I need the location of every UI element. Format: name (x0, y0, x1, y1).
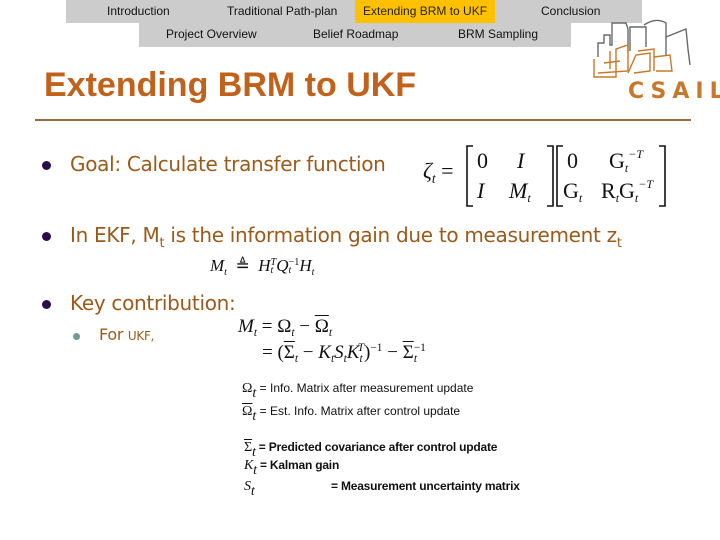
nav-row-secondary: Project Overview Belief Roadmap BRM Samp… (139, 23, 571, 47)
nav-tab-project-overview[interactable]: Project Overview (166, 23, 257, 46)
nav-tab-brm-sampling[interactable]: BRM Sampling (458, 23, 538, 46)
m2-r2c2: RtGt−T (601, 177, 654, 205)
definition-sigma-bar: Σt = Predicted covariance after control … (244, 440, 498, 460)
transfer-matrices: 0 I I Mt 0 Gt−T Gt RtGt−T (466, 145, 666, 207)
m1-r2c1: I (476, 178, 486, 203)
bullet-ekf-part1: In EKF, M (70, 223, 160, 247)
matrix1-left-bracket (466, 145, 473, 207)
definition-measurement-uncertainty-text: = Measurement uncertainty matrix (331, 479, 520, 493)
nav-row-primary: Introduction Traditional Path-plan Exten… (66, 0, 642, 23)
sigma-bar-symbol: Σ (244, 440, 252, 455)
matrix2-right-bracket (659, 145, 666, 207)
matrix1-right-bracket (547, 145, 554, 207)
definition-sigma-bar-text: = Predicted covariance after control upd… (258, 440, 498, 454)
definition-omega-text: = Info. Matrix after measurement update (259, 381, 474, 395)
bullet-marker (42, 161, 51, 170)
m2-r1c2: Gt−T (609, 147, 644, 175)
csail-logo: CSAIL (590, 15, 720, 110)
sub-bullet-ukf: UKF, (127, 329, 155, 343)
m1-r1c2: I (516, 148, 526, 173)
csail-logo-text: CSAIL (628, 79, 720, 104)
bullet-key-contribution-text: Key contribution: (70, 291, 236, 315)
k-symbol: K (244, 458, 254, 473)
s-symbol: S (244, 479, 251, 494)
k-sub: t (253, 462, 257, 478)
slide-title: Extending BRM to UKF (44, 66, 417, 104)
bullet-goal-text: Goal: Calculate transfer function (70, 152, 386, 176)
zeta-subscript: t (431, 170, 436, 186)
omega-sub: t (252, 385, 257, 401)
omega-bar-sub: t (252, 408, 257, 424)
s-sub: t (250, 483, 255, 499)
transfer-function-lhs: ζt = (423, 158, 454, 186)
definition-omega-bar: Ωt = Est. Info. Matrix after control upd… (242, 404, 461, 424)
nav-tab-belief-roadmap[interactable]: Belief Roadmap (313, 23, 398, 46)
omega-bar-symbol: Ω (242, 404, 253, 419)
definition-omega-bar-text: = Est. Info. Matrix after control update (259, 404, 461, 418)
sub-bullet-for: For (99, 325, 128, 344)
definition-omega: Ωt = Info. Matrix after measurement upda… (242, 381, 474, 401)
equals-sign: = (441, 158, 454, 183)
definition-kalman-gain-text: = Kalman gain (259, 458, 340, 472)
definition-kalman-gain: Kt = Kalman gain (244, 458, 340, 478)
m1-r2c2: Mt (508, 178, 531, 205)
sub-bullet-ukf-text: For UKF, (99, 325, 154, 344)
zeta-symbol: ζ (423, 158, 432, 183)
bullet-marker (42, 232, 51, 241)
ukf-equation-line1: Mt = Ωt − Ωt (238, 316, 333, 339)
bullet-ekf-text: In EKF, Mt is the information gain due t… (70, 223, 622, 251)
ekf-equation: Mt ≜ H Tt Q −1 t Ht (210, 256, 315, 278)
nav-tab-traditional-path-plan[interactable]: Traditional Path-plan (227, 0, 337, 23)
nav-tab-extending-brm-to-ukf[interactable]: Extending BRM to UKF (355, 0, 495, 23)
nav-tab-introduction[interactable]: Introduction (107, 0, 170, 23)
sub-bullet-marker (73, 333, 80, 340)
ukf-equation-line2: = (Σt − KtStKtT)−1 − Σ−1t (262, 342, 426, 365)
m1-r1c1: 0 (477, 148, 488, 173)
title-divider (35, 119, 691, 121)
bullet-marker (42, 300, 51, 309)
m2-r1c1: 0 (567, 148, 578, 173)
omega-symbol: Ω (242, 381, 253, 396)
bullet-ekf-sub1: t (159, 236, 165, 251)
bullet-ekf-part2: is the information gain due to measureme… (164, 223, 617, 247)
bullet-ekf-sub2: t (616, 236, 622, 251)
defined-as-symbol: ≜ (235, 256, 250, 275)
m2-r2c1: Gt (563, 178, 583, 205)
definition-measurement-uncertainty: St = Measurement uncertainty matrix (244, 479, 520, 499)
